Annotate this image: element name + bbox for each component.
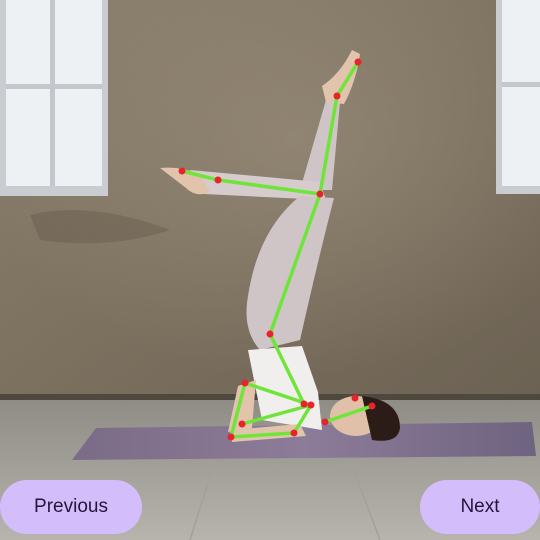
keypoint: [354, 58, 362, 66]
keypoint: [290, 429, 298, 437]
keypoint: [238, 420, 246, 428]
keypoint: [351, 394, 359, 402]
keypoint: [333, 92, 341, 100]
keypoint: [300, 400, 308, 408]
previous-button[interactable]: Previous: [0, 480, 142, 534]
keypoint: [241, 379, 249, 387]
window-left: [0, 0, 108, 196]
window-right: [496, 0, 540, 194]
next-button[interactable]: Next: [420, 480, 540, 534]
pose-photo: [0, 0, 540, 540]
keypoint: [321, 418, 329, 426]
keypoint: [214, 176, 222, 184]
keypoint: [178, 167, 186, 175]
keypoint: [307, 401, 315, 409]
keypoint: [316, 190, 324, 198]
keypoint: [368, 402, 376, 410]
yoga-mat: [72, 422, 536, 460]
keypoint: [266, 330, 274, 338]
keypoint: [227, 433, 235, 441]
